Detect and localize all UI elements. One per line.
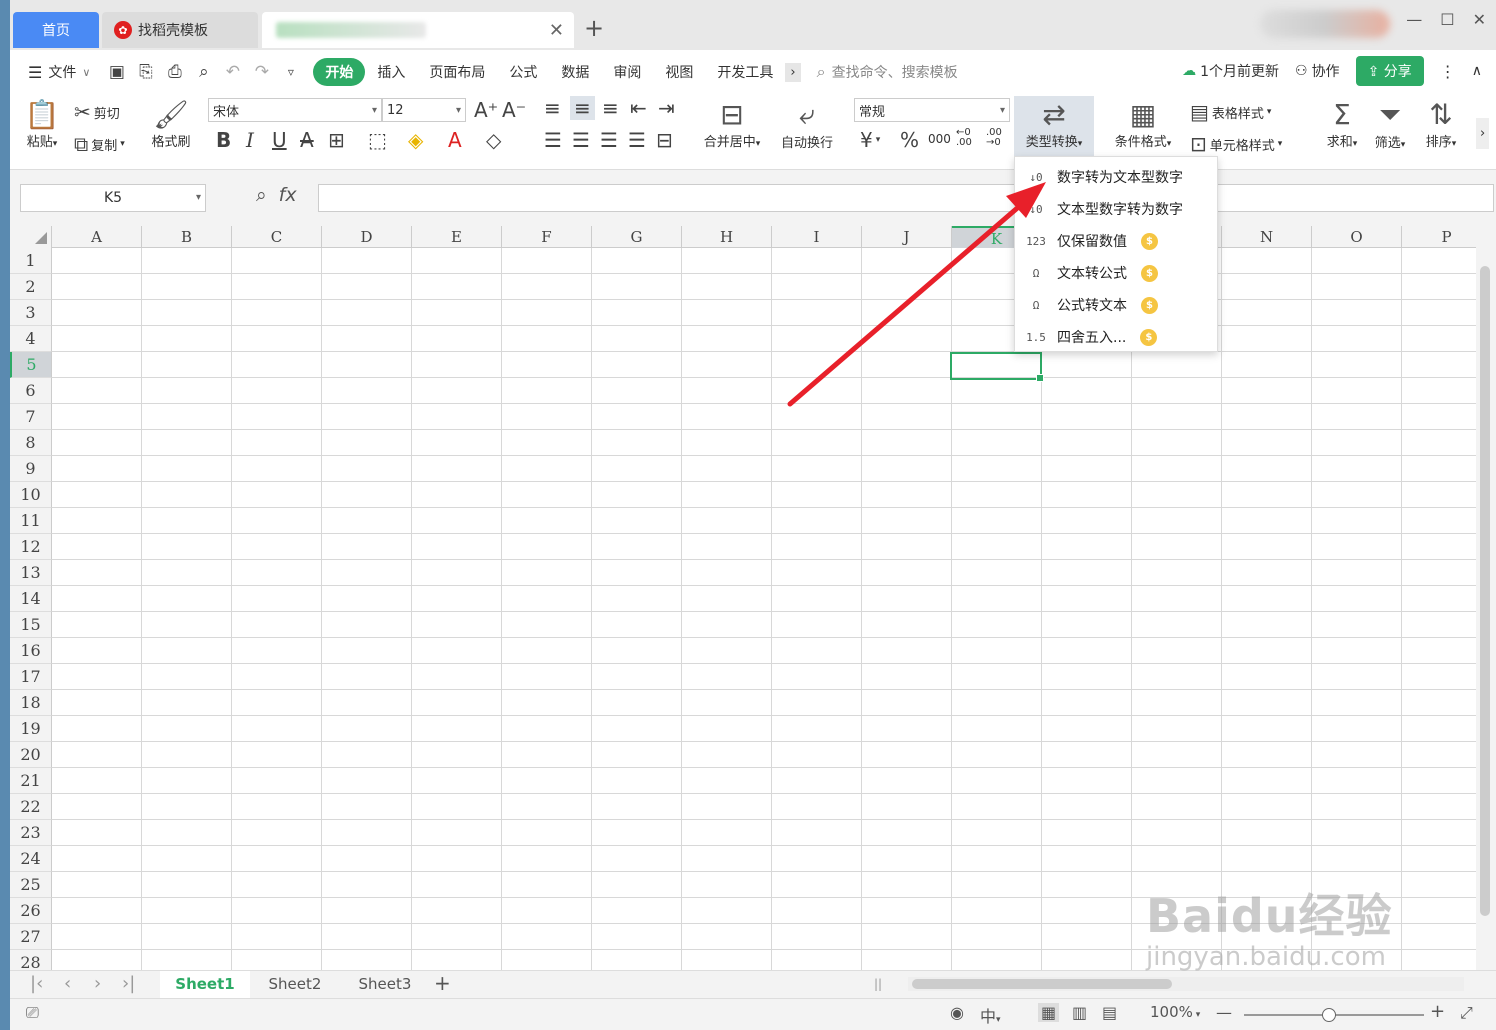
spreadsheet-app: 首页 ✿ 找稻壳模板 ✕ + — ☐ ✕ ☰ 文件 ∨ ▣ ⎘ ⎙ ⌕ ↶ ↷ … (10, 0, 1496, 1030)
arrow-shaft (787, 201, 1025, 407)
red-arrow-annotation (787, 182, 1046, 407)
